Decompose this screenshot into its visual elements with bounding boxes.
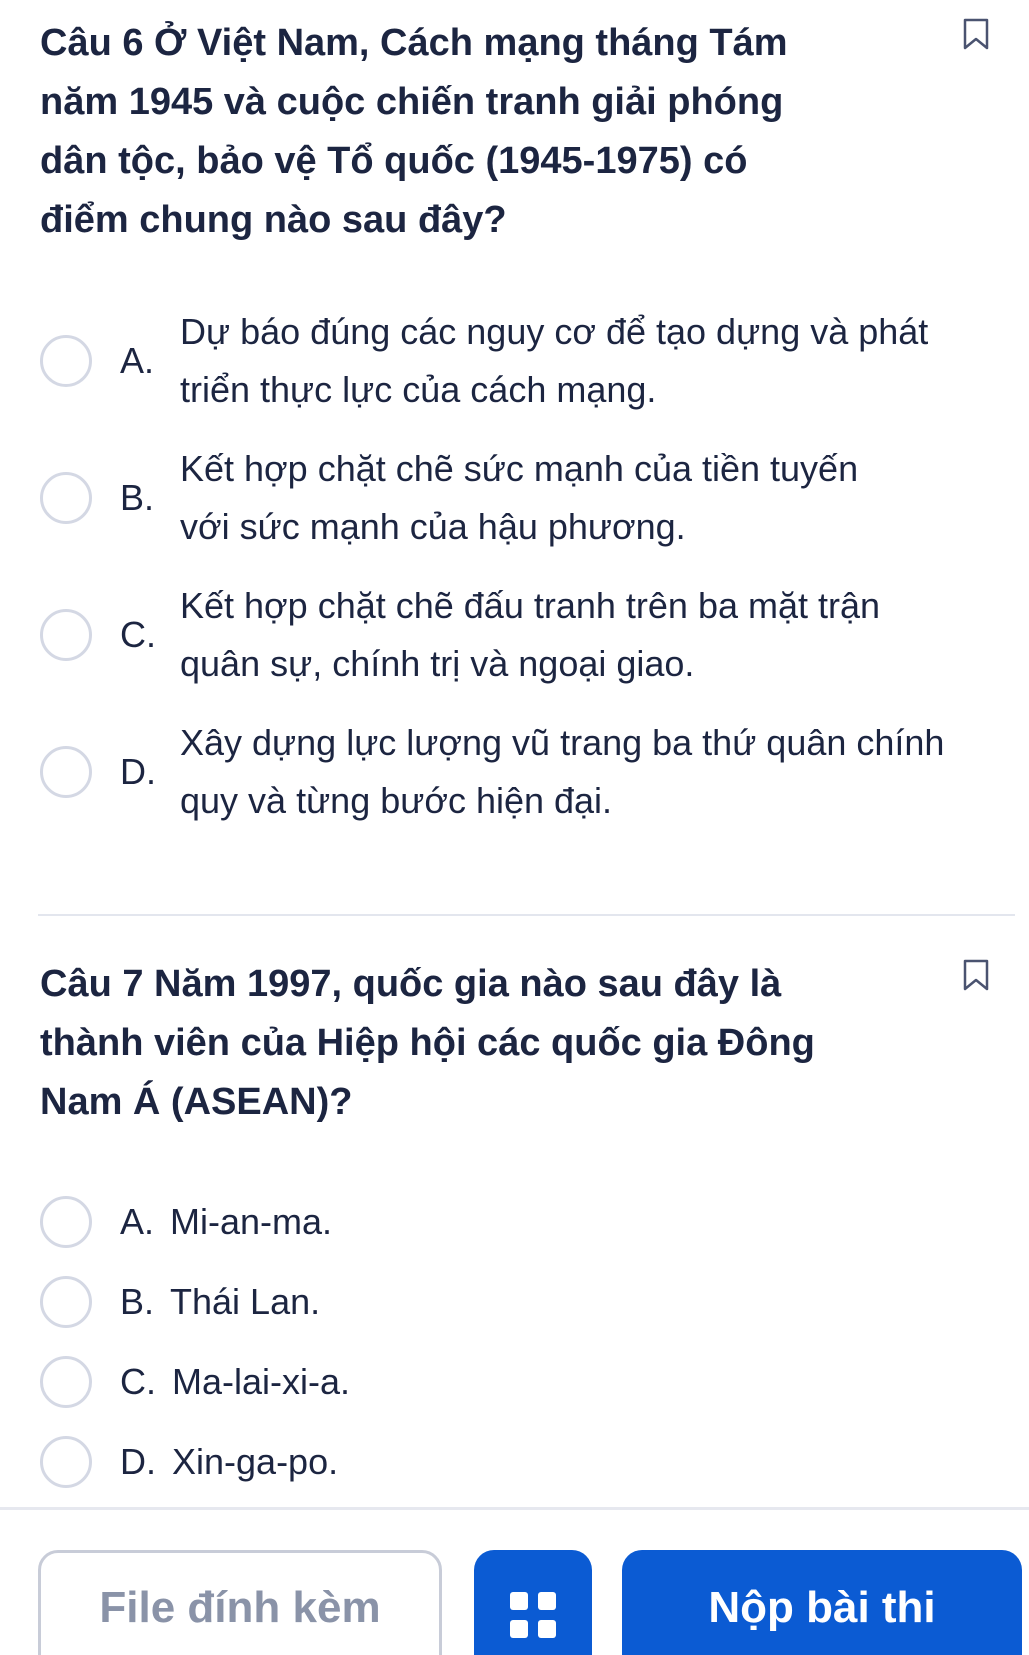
exam-page: Câu 6 Ở Việt Nam, Cách mạng tháng Tám nă… (0, 0, 1029, 1655)
submit-exam-button[interactable]: Nộp bài thi (622, 1550, 1022, 1655)
option-d[interactable]: D. Xây dựng lực lượng vũ trang ba thứ qu… (40, 703, 989, 840)
question-header: Câu 6 Ở Việt Nam, Cách mạng tháng Tám nă… (40, 14, 989, 250)
option-letter: D. (120, 750, 156, 792)
option-text: Ma-lai-xi-a. (172, 1361, 351, 1402)
radio-button[interactable] (40, 334, 92, 387)
question-6: Câu 6 Ở Việt Nam, Cách mạng tháng Tám nă… (40, 14, 989, 840)
attach-file-label: File đính kèm (99, 1583, 381, 1632)
option-text: Thái Lan. (170, 1281, 321, 1322)
submit-exam-label: Nộp bài thi (708, 1583, 936, 1632)
option-text: Xin-ga-po. (172, 1441, 339, 1482)
radio-button[interactable] (40, 471, 92, 524)
option-b[interactable]: B. Kết hợp chặt chẽ sức mạnh của tiền tu… (40, 429, 989, 566)
radio-button[interactable] (40, 1196, 92, 1248)
radio-button[interactable] (40, 1356, 92, 1408)
bottom-action-bar: File đính kèm Nộp bài thi (0, 1507, 1029, 1655)
option-letter: D. (120, 1441, 156, 1482)
option-c[interactable]: C. Ma-lai-xi-a. (40, 1342, 989, 1422)
bookmark-icon[interactable] (963, 959, 989, 991)
options-list: A. Dự báo đúng các nguy cơ để tạo dựng v… (40, 292, 989, 840)
option-letter: B. (120, 1281, 155, 1322)
options-list: A. Mi-an-ma. B. Thái Lan. C. Ma-lai-xi-a… (40, 1182, 989, 1502)
option-letter: A. (120, 1201, 155, 1242)
option-b[interactable]: B. Thái Lan. (40, 1262, 989, 1342)
question-7: Câu 7 Năm 1997, quốc gia nào sau đây là … (40, 955, 989, 1502)
question-header: Câu 7 Năm 1997, quốc gia nào sau đây là … (40, 955, 989, 1132)
radio-button[interactable] (40, 1436, 92, 1488)
bookmark-icon[interactable] (963, 18, 989, 50)
question-divider (38, 914, 1015, 916)
question-title: Câu 6 Ở Việt Nam, Cách mạng tháng Tám nă… (40, 22, 788, 241)
option-letter: C. (120, 613, 156, 655)
option-text: Mi-an-ma. (170, 1201, 333, 1242)
option-text: Xây dựng lực lượng vũ trang ba thứ quân … (180, 721, 945, 821)
option-text: Kết hợp chặt chẽ đấu tranh trên ba mặt t… (180, 584, 881, 684)
option-letter: C. (120, 1361, 156, 1402)
radio-button[interactable] (40, 608, 92, 661)
option-letter: A. (120, 339, 155, 381)
question-title: Câu 7 Năm 1997, quốc gia nào sau đây là … (40, 963, 815, 1123)
attach-file-button[interactable]: File đính kèm (38, 1550, 442, 1655)
question-grid-button[interactable] (474, 1550, 592, 1655)
option-c[interactable]: C. Kết hợp chặt chẽ đấu tranh trên ba mặ… (40, 566, 989, 703)
option-text: Dự báo đúng các nguy cơ để tạo dựng và p… (180, 310, 929, 410)
option-a[interactable]: A. Dự báo đúng các nguy cơ để tạo dựng v… (40, 292, 989, 429)
option-letter: B. (120, 476, 155, 518)
option-a[interactable]: A. Mi-an-ma. (40, 1182, 989, 1262)
option-text: Kết hợp chặt chẽ sức mạnh của tiền tuyến… (180, 447, 859, 547)
radio-button[interactable] (40, 1276, 92, 1328)
option-d[interactable]: D. Xin-ga-po. (40, 1422, 989, 1502)
radio-button[interactable] (40, 745, 92, 798)
